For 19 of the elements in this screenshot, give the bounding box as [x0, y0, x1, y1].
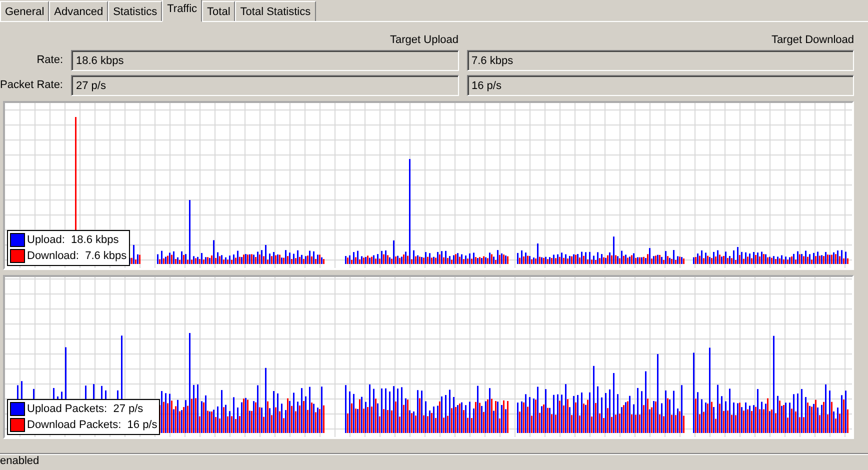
value-field: 18.6 kbps: [71, 50, 458, 71]
value-field: 16 p/s: [466, 75, 854, 96]
legend-label: Upload: 18.6 kbps: [27, 232, 119, 248]
field-label: Packet Rate:: [0, 78, 63, 94]
legend-label: Download: 7.6 kbps: [27, 248, 127, 264]
column-header: Target Upload: [389, 33, 458, 46]
legend-label: Upload Packets: 27 p/s: [27, 402, 144, 417]
tab[interactable]: Total: [202, 1, 236, 21]
tab[interactable]: Advanced: [49, 1, 108, 21]
legend-label: Download Packets: 16 p/s: [27, 418, 158, 433]
status-text: enabled: [0, 455, 40, 467]
tab[interactable]: General: [0, 1, 50, 21]
value-field: 27 p/s: [71, 75, 458, 96]
tab[interactable]: Total Statistics: [235, 1, 316, 21]
field-label: Rate:: [36, 53, 63, 68]
tab[interactable]: Statistics: [108, 1, 162, 21]
tab[interactable]: Traffic: [162, 0, 202, 22]
value-field: 7.6 kbps: [466, 50, 854, 71]
column-header: Target Download: [770, 33, 854, 46]
